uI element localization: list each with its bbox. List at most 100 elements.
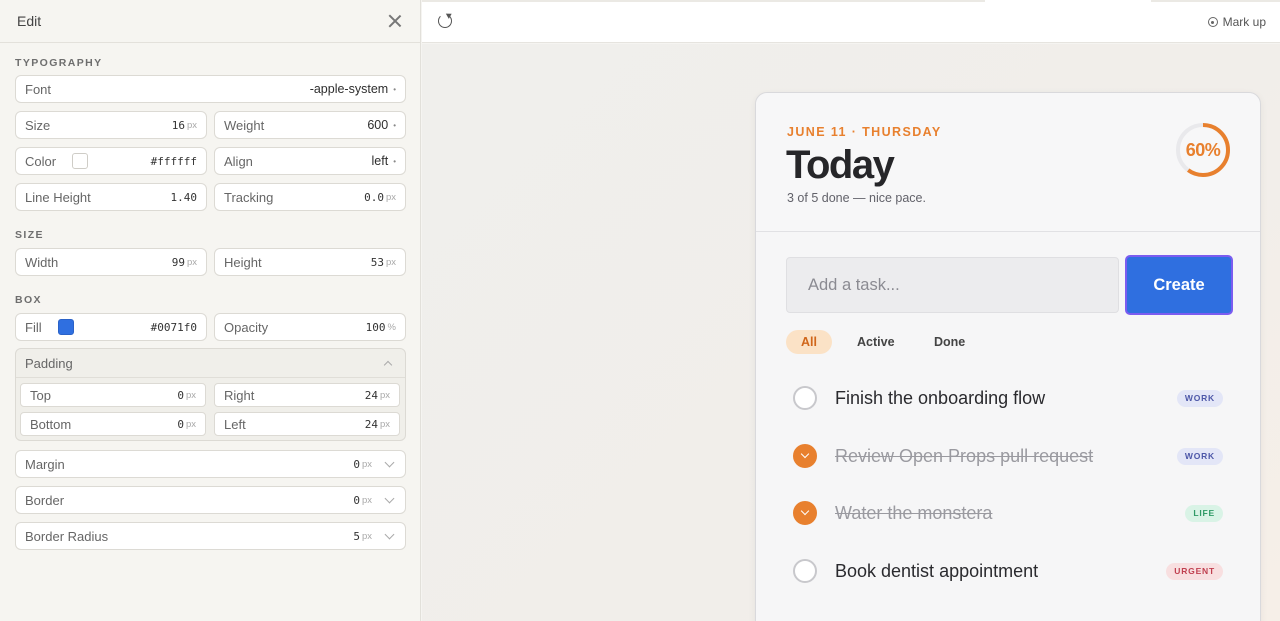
weight-select[interactable]: Weight 600 • bbox=[214, 111, 406, 139]
caret-down-icon: • bbox=[393, 84, 396, 94]
align-select[interactable]: Align left • bbox=[214, 147, 406, 175]
preview-toolbar: Mark up bbox=[422, 0, 1280, 43]
size-unit: px bbox=[186, 119, 197, 131]
line-height-label: Line Height bbox=[25, 189, 91, 205]
padding-bottom-label: Bottom bbox=[30, 416, 72, 432]
task-tag: WORK bbox=[1176, 447, 1223, 465]
padding-top-unit: px bbox=[185, 389, 196, 401]
width-field[interactable]: Width 99 px bbox=[15, 248, 207, 276]
task-checkbox-checked[interactable] bbox=[793, 444, 817, 468]
tracking-unit: px bbox=[385, 191, 396, 203]
refresh-icon[interactable] bbox=[438, 14, 452, 28]
border-unit: px bbox=[361, 494, 372, 506]
font-select[interactable]: Font -apple-system • bbox=[15, 75, 406, 103]
page-title: Today bbox=[786, 143, 895, 187]
filter-all[interactable]: All bbox=[786, 330, 832, 354]
margin-value: 0 bbox=[353, 457, 360, 471]
width-label: Width bbox=[25, 254, 59, 270]
padding-left-value: 24 bbox=[364, 417, 378, 431]
caret-down-icon: • bbox=[393, 120, 396, 130]
task-checkbox[interactable] bbox=[793, 559, 817, 583]
weight-label: Weight bbox=[224, 117, 265, 133]
todo-card: JUNE 11 · THURSDAY Today 3 of 5 done — n… bbox=[755, 92, 1261, 621]
margin-unit: px bbox=[361, 458, 372, 470]
color-swatch[interactable] bbox=[72, 153, 89, 169]
padding-bottom-unit: px bbox=[185, 418, 196, 430]
mark-up-label: Mark up bbox=[1222, 15, 1266, 29]
task-text: Water the monstera bbox=[835, 502, 993, 523]
fill-value: #0071f0 bbox=[150, 320, 197, 334]
card-header: JUNE 11 · THURSDAY Today 3 of 5 done — n… bbox=[756, 93, 1260, 232]
margin-label: Margin bbox=[25, 456, 65, 472]
add-task-input[interactable] bbox=[786, 257, 1119, 313]
line-height-field[interactable]: Line Height 1.40 bbox=[15, 183, 207, 211]
panel-header: Edit bbox=[0, 0, 420, 43]
size-field[interactable]: Size 16 px bbox=[15, 111, 207, 139]
preview-canvas: JUNE 11 · THURSDAY Today 3 of 5 done — n… bbox=[422, 44, 1280, 621]
align-value: left bbox=[371, 154, 389, 168]
height-unit: px bbox=[385, 256, 396, 268]
padding-toggle[interactable]: Padding bbox=[16, 349, 405, 378]
border-label: Border bbox=[25, 492, 65, 508]
task-checkbox[interactable] bbox=[793, 386, 817, 410]
padding-right-field[interactable]: Right 24 px bbox=[214, 383, 400, 407]
panel-title: Edit bbox=[17, 13, 42, 29]
border-radius-label: Border Radius bbox=[25, 528, 109, 544]
task-tag: LIFE bbox=[1185, 504, 1223, 522]
line-height-value: 1.40 bbox=[170, 190, 198, 204]
close-icon[interactable] bbox=[388, 14, 402, 28]
task-row[interactable]: Water the monstera LIFE bbox=[793, 493, 1223, 533]
progress-summary: 3 of 5 done — nice pace. bbox=[787, 191, 926, 205]
task-tag: WORK bbox=[1176, 389, 1223, 407]
width-value: 99 bbox=[171, 255, 185, 269]
section-label-size: SIZE bbox=[15, 229, 44, 241]
task-tag: URGENT bbox=[1166, 562, 1223, 580]
padding-top-field[interactable]: Top 0 px bbox=[20, 383, 206, 407]
tracking-value: 0.0 bbox=[364, 190, 384, 204]
chevron-down-icon[interactable] bbox=[384, 457, 395, 467]
task-row[interactable]: Review Open Props pull request WORK bbox=[793, 436, 1223, 476]
chevron-down-icon[interactable] bbox=[384, 529, 395, 539]
color-value: #ffffff bbox=[150, 154, 197, 168]
fill-field[interactable]: Fill #0071f0 bbox=[15, 313, 207, 341]
progress-ring: 60% bbox=[1175, 122, 1231, 178]
size-label: Size bbox=[25, 117, 51, 133]
caret-down-icon: • bbox=[393, 156, 396, 166]
filter-done[interactable]: Done bbox=[919, 330, 980, 354]
padding-top-label: Top bbox=[30, 387, 51, 403]
fill-swatch[interactable] bbox=[57, 319, 74, 335]
task-text: Review Open Props pull request bbox=[835, 445, 1094, 466]
border-radius-value: 5 bbox=[353, 529, 360, 543]
font-label: Font bbox=[25, 81, 52, 97]
tracking-label: Tracking bbox=[224, 189, 274, 205]
date-label: JUNE 11 · THURSDAY bbox=[787, 125, 942, 139]
padding-right-unit: px bbox=[379, 389, 390, 401]
padding-bottom-field[interactable]: Bottom 0 px bbox=[20, 412, 206, 436]
height-value: 53 bbox=[370, 255, 384, 269]
align-label: Align bbox=[224, 153, 253, 169]
opacity-label: Opacity bbox=[224, 319, 269, 335]
opacity-field[interactable]: Opacity 100 % bbox=[214, 313, 406, 341]
height-field[interactable]: Height 53 px bbox=[214, 248, 406, 276]
task-text: Book dentist appointment bbox=[835, 560, 1039, 581]
task-row[interactable]: Book dentist appointment URGENT bbox=[793, 551, 1223, 591]
border-field[interactable]: Border 0 px bbox=[15, 486, 406, 514]
filter-active[interactable]: Active bbox=[842, 330, 910, 354]
border-radius-field[interactable]: Border Radius 5 px bbox=[15, 522, 406, 550]
mark-up-button[interactable]: Mark up bbox=[1207, 15, 1266, 29]
margin-field[interactable]: Margin 0 px bbox=[15, 450, 406, 478]
border-value: 0 bbox=[353, 493, 360, 507]
padding-left-unit: px bbox=[379, 418, 390, 430]
task-row[interactable]: Finish the onboarding flow WORK bbox=[793, 378, 1223, 418]
section-label-box: BOX bbox=[15, 294, 42, 306]
chevron-down-icon[interactable] bbox=[384, 493, 395, 503]
create-button[interactable]: Create bbox=[1125, 255, 1233, 315]
color-field[interactable]: Color #ffffff bbox=[15, 147, 207, 175]
markup-icon bbox=[1207, 17, 1218, 27]
padding-left-field[interactable]: Left 24 px bbox=[214, 412, 400, 436]
task-checkbox-checked[interactable] bbox=[793, 501, 817, 525]
width-unit: px bbox=[186, 256, 197, 268]
opacity-value: 100 bbox=[365, 320, 386, 334]
padding-right-label: Right bbox=[224, 387, 255, 403]
tracking-field[interactable]: Tracking 0.0 px bbox=[214, 183, 406, 211]
